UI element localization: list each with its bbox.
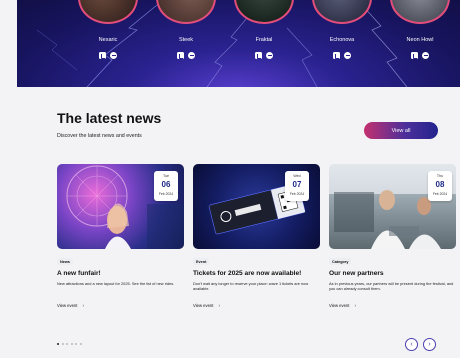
music-app-icon[interactable] (99, 52, 106, 59)
category-tag: Category (329, 258, 352, 265)
news-title: The latest news (57, 110, 162, 126)
date-weekday: Tue (162, 174, 170, 178)
category-tag: Event (193, 258, 210, 265)
date-day: 08 (435, 180, 445, 189)
artist-name: Neon Howl (406, 37, 434, 43)
artist-name: Steek (178, 37, 194, 43)
artist-name: Echonova (329, 37, 355, 43)
pagination-dot[interactable] (66, 343, 68, 345)
view-event-link[interactable]: View event › (193, 303, 220, 308)
view-event-label: View event (329, 303, 350, 308)
chevron-right-icon: › (82, 303, 84, 308)
pagination-dot[interactable] (70, 343, 73, 345)
date-month-year: Feb 2024 (158, 192, 174, 196)
music-app-icon[interactable] (411, 52, 418, 59)
spotify-icon[interactable] (110, 52, 117, 59)
music-app-icon[interactable] (333, 52, 340, 59)
carousel-pagination (57, 343, 82, 345)
view-event-link[interactable]: View event › (329, 303, 356, 308)
spotify-icon[interactable] (188, 52, 195, 59)
spotify-icon[interactable] (266, 52, 273, 59)
date-badge: Tue 06 Feb 2024 (154, 171, 178, 201)
music-app-icon[interactable] (177, 52, 184, 59)
date-month-year: Feb 2024 (432, 192, 448, 196)
chevron-right-icon: › (354, 303, 356, 308)
pagination-dot[interactable] (75, 343, 77, 345)
view-event-label: View event (57, 303, 78, 308)
view-all-button[interactable]: View all (364, 122, 438, 139)
spotify-icon[interactable] (344, 52, 351, 59)
news-subtitle: Discover the latest news and events (57, 133, 142, 139)
card-description: Don't wait any longer to reserve your pl… (193, 281, 309, 292)
date-badge: Thu 08 Feb 2024 (428, 171, 452, 201)
arrow-right-icon[interactable]: › (423, 338, 436, 351)
date-month-year: Feb 2024 (289, 192, 305, 196)
chevron-right-icon: › (218, 303, 220, 308)
card-description: As in previous years, our partners will … (329, 281, 454, 292)
pagination-dot[interactable] (57, 343, 59, 345)
spotify-icon[interactable] (422, 52, 429, 59)
arrow-left-icon[interactable]: ‹ (405, 338, 418, 351)
date-day: 06 (161, 180, 171, 189)
view-event-label: View event (193, 303, 214, 308)
card-description: New attractions and a new layout for 202… (57, 281, 175, 286)
pagination-dot[interactable] (61, 343, 64, 345)
card-title[interactable]: A new funfair! (57, 270, 184, 277)
artists-banner: Nexaric Steek Fraktal Echonova Neon Howl (17, 0, 460, 87)
date-weekday: Wed (293, 174, 301, 178)
card-title[interactable]: Our new partners (329, 270, 456, 277)
date-weekday: Thu (436, 174, 444, 178)
view-event-link[interactable]: View event › (57, 303, 84, 308)
artist-name: Nexaric (98, 37, 118, 43)
card-title[interactable]: Tickets for 2025 are now available! (193, 270, 320, 277)
date-day: 07 (292, 180, 302, 189)
date-badge: Wed 07 Feb 2024 (285, 171, 309, 201)
pagination-dot[interactable] (79, 343, 82, 345)
music-app-icon[interactable] (255, 52, 262, 59)
category-tag: News (57, 258, 73, 265)
artist-name: Fraktal (255, 37, 273, 43)
